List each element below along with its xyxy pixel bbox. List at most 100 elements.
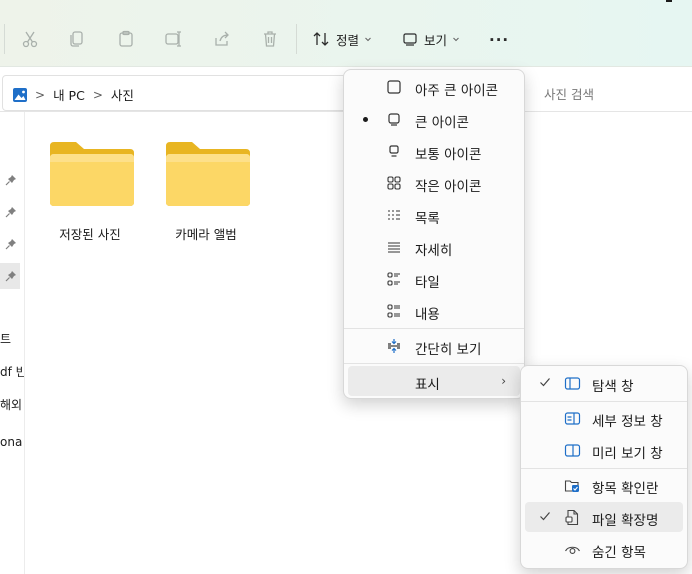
folder-item[interactable]: 저장된 사진 xyxy=(40,136,140,256)
submenu-item-label: 항목 확인란 xyxy=(592,481,659,497)
file-extensions-icon xyxy=(564,509,581,526)
sort-label: 정렬 xyxy=(336,32,360,48)
search-box[interactable]: 사진 검색 xyxy=(520,75,692,109)
small-icons-icon xyxy=(386,175,402,191)
pin-icon xyxy=(5,175,16,186)
submenu-item-label: 탐색 창 xyxy=(592,379,634,395)
search-placeholder: 사진 검색 xyxy=(544,87,594,102)
share-icon[interactable] xyxy=(212,29,232,49)
toolbar-divider xyxy=(4,24,5,54)
submenu-item-file-extensions[interactable]: 파일 확장명 xyxy=(525,502,683,532)
submenu-item-item-checkboxes[interactable]: 항목 확인란 xyxy=(525,470,683,500)
menu-item-label: 큰 아이콘 xyxy=(415,115,469,131)
menu-divider xyxy=(344,328,524,329)
pin-icon xyxy=(5,207,16,218)
copy-icon[interactable] xyxy=(67,29,87,49)
breadcrumb-separator: > xyxy=(92,87,103,102)
menu-item-show[interactable]: 표시 › xyxy=(348,366,520,396)
nav-item-label[interactable]: ona xyxy=(0,435,22,449)
submenu-item-hidden-items[interactable]: 숨긴 항목 xyxy=(525,534,683,564)
menu-item-label: 보통 아이콘 xyxy=(415,147,482,163)
details-icon xyxy=(386,239,402,255)
folder-name: 카메라 앨범 xyxy=(175,227,237,242)
menu-item-label: 목록 xyxy=(415,211,440,227)
list-icon xyxy=(386,207,402,223)
delete-icon[interactable] xyxy=(260,29,280,49)
folder-item[interactable]: 카메라 앨범 xyxy=(156,136,256,256)
selected-bullet-icon xyxy=(363,117,368,122)
folder-icon xyxy=(50,142,134,206)
cut-icon[interactable] xyxy=(20,29,40,49)
tiles-icon xyxy=(386,271,402,287)
nav-item-label[interactable]: df 빈 xyxy=(0,363,24,380)
more-icon: ... xyxy=(489,27,510,45)
item-checkboxes-icon xyxy=(564,477,581,494)
breadcrumb-pictures[interactable]: 사진 xyxy=(111,85,134,104)
submenu-item-navigation-pane[interactable]: 탐색 창 xyxy=(525,368,683,398)
submenu-item-label: 미리 보기 창 xyxy=(592,446,663,462)
view-menu: 아주 큰 아이콘 큰 아이콘 보통 아이콘 작은 아이콘 목록 자세히 타일 내… xyxy=(343,69,525,399)
submenu-item-preview-pane[interactable]: 미리 보기 창 xyxy=(525,435,683,465)
content-icon xyxy=(386,303,402,319)
menu-item-extra-large-icons[interactable]: 아주 큰 아이콘 xyxy=(348,72,520,102)
menu-item-compact-view[interactable]: 간단히 보기 xyxy=(348,331,520,361)
menu-item-tiles[interactable]: 타일 xyxy=(348,264,520,294)
menu-item-list[interactable]: 목록 xyxy=(348,200,520,230)
navigation-pane[interactable]: 트 df 빈 해외 ona xyxy=(0,112,25,574)
checkmark-icon xyxy=(540,378,550,387)
hidden-items-icon xyxy=(564,541,581,558)
menu-item-label: 간단히 보기 xyxy=(415,342,482,358)
pin-icon xyxy=(5,271,16,282)
chevron-down-icon xyxy=(453,37,459,42)
menu-item-label: 타일 xyxy=(415,275,440,291)
navigation-pane-icon xyxy=(564,375,581,392)
menu-item-medium-icons[interactable]: 보통 아이콘 xyxy=(348,136,520,166)
large-icons-icon xyxy=(386,111,402,127)
submenu-item-details-pane[interactable]: 세부 정보 창 xyxy=(525,403,683,433)
sort-button[interactable]: 정렬 xyxy=(312,29,373,49)
view-label: 보기 xyxy=(424,32,448,48)
window-control-hint xyxy=(666,0,672,2)
folder-icon xyxy=(166,142,250,206)
chevron-down-icon xyxy=(365,37,371,42)
menu-item-label: 아주 큰 아이콘 xyxy=(415,83,499,99)
rename-icon[interactable] xyxy=(164,29,184,49)
details-pane-icon xyxy=(564,410,581,427)
submenu-item-label: 숨긴 항목 xyxy=(592,545,646,561)
submenu-item-label: 세부 정보 창 xyxy=(592,414,663,430)
menu-item-label: 작은 아이콘 xyxy=(415,179,482,195)
menu-item-small-icons[interactable]: 작은 아이콘 xyxy=(348,168,520,198)
breadcrumb: > 내 PC > 사진 xyxy=(13,85,134,104)
view-button[interactable]: 보기 xyxy=(402,29,461,49)
command-bar: 정렬 보기 ... xyxy=(0,0,692,67)
extra-large-icons-icon xyxy=(386,79,402,95)
menu-divider xyxy=(521,468,687,469)
view-icon xyxy=(403,33,417,46)
pin-icon xyxy=(5,239,16,250)
breadcrumb-separator: > xyxy=(35,87,46,102)
folder-name: 저장된 사진 xyxy=(59,227,121,242)
paste-icon[interactable] xyxy=(116,29,136,49)
pictures-folder-icon xyxy=(13,87,27,102)
nav-item-label[interactable]: 해외 xyxy=(0,396,22,413)
menu-item-label: 자세히 xyxy=(415,243,453,259)
toolbar-divider xyxy=(296,24,297,54)
menu-item-label: 내용 xyxy=(415,307,440,323)
sort-icon xyxy=(313,32,329,46)
menu-divider xyxy=(521,401,687,402)
menu-item-content[interactable]: 내용 xyxy=(348,296,520,326)
nav-item-label[interactable]: 트 xyxy=(0,330,11,347)
menu-divider xyxy=(344,363,524,364)
show-submenu: 탐색 창 세부 정보 창 미리 보기 창 항목 확인란 파일 확장명 숨긴 항목 xyxy=(520,365,688,569)
menu-item-label: 표시 xyxy=(415,377,440,393)
compact-view-icon xyxy=(386,338,402,354)
menu-item-large-icons[interactable]: 큰 아이콘 xyxy=(348,104,520,134)
submenu-item-label: 파일 확장명 xyxy=(592,513,659,529)
medium-icons-icon xyxy=(386,143,402,159)
see-more-button[interactable]: ... xyxy=(489,26,509,46)
menu-item-details[interactable]: 자세히 xyxy=(348,232,520,262)
preview-pane-icon xyxy=(564,442,581,459)
checkmark-icon xyxy=(540,512,550,521)
chevron-right-icon: › xyxy=(501,374,506,388)
breadcrumb-this-pc[interactable]: 내 PC xyxy=(53,85,85,104)
